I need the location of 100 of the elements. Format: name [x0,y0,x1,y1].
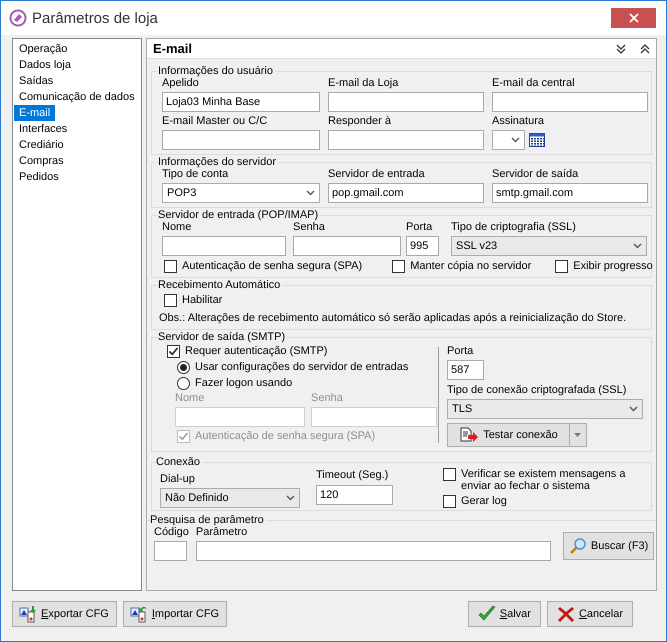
input-field[interactable] [293,236,401,256]
note-text: Obs.: Alterações de recebimento automático só serão aplicadas após a reinicialização do Store. [159,312,628,325]
group-title: Recebimento Automático [158,279,282,292]
field-label: Tipo de conta [162,168,230,181]
checkbox-label: Requer autenticação (SMTP) [185,345,328,358]
sidebar-item[interactable]: Comunicação de dados [14,89,140,105]
search-button[interactable]: Buscar (F3) [562,532,654,560]
close-button[interactable] [611,8,656,28]
radio-label: Fazer logon usando [195,377,292,390]
field-label: Porta [447,345,474,358]
input-field[interactable]: pop.gmail.com [328,183,484,203]
export-icon [19,605,37,623]
group-title: Conexão [156,456,202,469]
checkbox[interactable] [555,260,568,273]
input-field[interactable]: Loja03 Minha Base [162,92,320,112]
calendar-icon[interactable] [529,133,545,147]
field-label: Servidor de entrada [328,168,426,181]
dropdown[interactable]: Não Definido [160,488,300,508]
input-field[interactable] [162,130,320,150]
input-field[interactable] [328,92,484,112]
import-icon [130,605,148,623]
checkbox-label: Autenticação de senha segura (SPA) [195,430,376,443]
field-label: Código [154,526,189,539]
input-field[interactable]: 120 [316,485,393,505]
checkbox-label: Gerar log [461,495,508,507]
sidebar-item[interactable]: Dados loja [14,57,76,73]
checkbox-label: Habilitar [182,294,222,307]
export-button[interactable]: Exportar CFG [12,601,117,627]
field-label: E-mail da Loja [328,77,400,90]
field-label: E-mail da central [492,77,576,90]
cancel-button[interactable]: Cancelar [546,601,633,627]
input-field[interactable]: smtp.gmail.com [492,183,648,203]
dropdown[interactable]: POP3 [162,183,320,203]
sidebar-item[interactable]: Interfaces [14,121,72,137]
checkbox[interactable] [443,495,456,508]
sidebar-item[interactable]: Crediário [14,137,69,153]
input-field[interactable]: 587 [447,360,484,380]
group-title: Informações do servidor [158,156,277,169]
radio-button[interactable] [177,361,190,374]
group-title: Informações do usuário [158,65,274,78]
checkbox-label: Verificar se existem mensagens a enviar ao fechar o sistema [461,468,626,492]
dropdown[interactable]: TLS [447,399,643,419]
field-label: Parâmetro [196,526,248,539]
checkbox[interactable] [164,294,177,307]
input-field[interactable] [162,236,286,256]
dropdown[interactable]: SSL v23 [451,236,647,256]
caret-icon [629,406,638,412]
field-label: Dial-up [160,473,196,486]
sidebar-item[interactable]: Operação [14,41,72,57]
field-label: Porta [406,221,434,234]
field-label: Timeout (Seg.) [316,469,390,482]
field-label: Servidor de saída [492,168,580,181]
collapse-icon[interactable] [640,44,650,54]
app-icon [9,9,27,27]
sidebar-item[interactable]: Saídas [14,73,58,89]
import-button[interactable]: Importar CFG [122,601,228,627]
sidebar-item[interactable]: Pedidos [14,169,64,185]
radio-label: Usar configurações do servidor de entradas [195,361,408,374]
input-field[interactable]: 995 [406,236,439,256]
caret-icon [286,495,295,501]
input-field[interactable] [154,541,187,561]
group-title: Servidor de entrada (POP/IMAP) [158,209,320,222]
field-label: Assinatura [492,115,545,128]
dropdown-button[interactable] [570,423,587,447]
checkbox[interactable] [167,345,180,358]
search-icon [568,537,587,555]
field-label: E-mail Master ou C/C [162,115,268,128]
expand-icon[interactable] [616,44,626,54]
group-title: Pesquisa de parâmetro [150,514,265,526]
checkbox-label: Autenticação de senha segura (SPA) [182,260,362,273]
checkbox[interactable] [164,260,177,273]
test-connection-button[interactable]: Testar conexão [447,423,570,447]
checkbox[interactable] [392,260,406,273]
panel-title: E-mail [153,42,194,55]
field-label: Senha [311,392,344,405]
caret-icon [633,243,642,249]
field-label: Nome [175,392,206,405]
checkbox-label: Manter cópia no servidor [410,260,532,273]
check-icon [478,605,496,623]
field-label: Responder à [328,115,392,128]
save-button[interactable]: Salvar [468,601,541,627]
close-icon [628,13,638,23]
field-label: Tipo de criptografia (SSL) [451,221,577,234]
window-title: Parâmetros de loja [32,12,159,24]
checkbox-label: Exibir progresso [573,260,653,273]
cancel-icon [556,605,575,623]
input-field[interactable] [492,92,648,112]
checkbox[interactable] [443,468,456,481]
radio-button[interactable] [177,377,190,390]
caret-icon [306,190,315,196]
input-field[interactable] [196,541,551,561]
input-field[interactable] [328,130,484,150]
group-title: Servidor de saída (SMTP) [158,331,286,344]
field-label: Senha [293,221,326,234]
document-arrow-icon [459,427,480,443]
field-label: Nome [162,221,192,234]
sidebar-item[interactable]: E-mail [14,105,56,121]
sidebar-item[interactable]: Compras [14,153,69,169]
field-label: Apelido [162,77,200,90]
caret-icon [511,137,520,143]
